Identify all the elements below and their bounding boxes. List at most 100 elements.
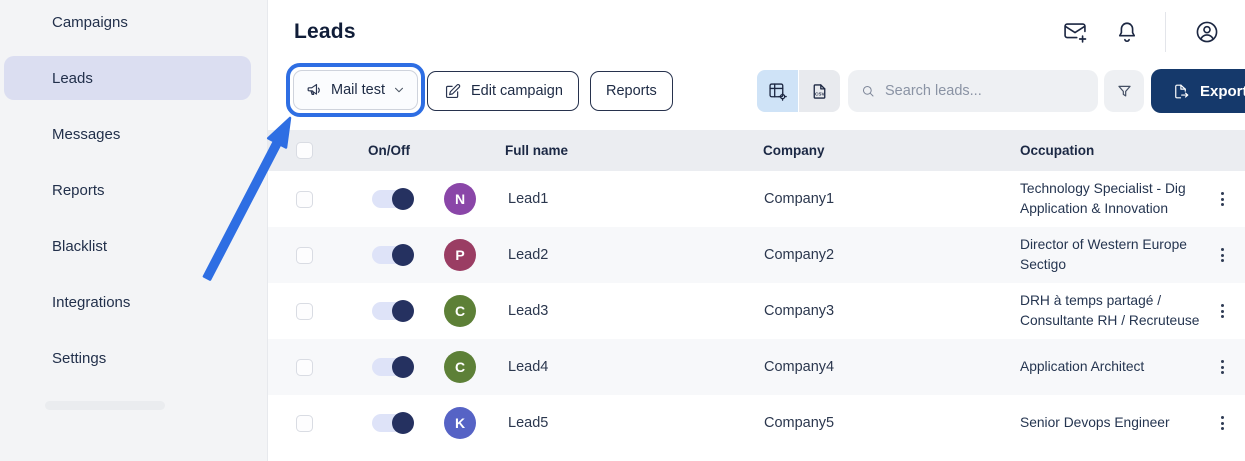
lead-name: Lead1 (508, 191, 549, 207)
csv-view-button[interactable]: CSV (799, 70, 840, 112)
lead-occupation: Director of Western Europe Sectigo (1020, 237, 1187, 272)
table-row-lead5: K Lead5 Company5 Senior Devops Engineer (268, 395, 1245, 451)
onoff-toggle[interactable] (372, 244, 414, 266)
avatar: C (444, 295, 476, 327)
lead-company: Company1 (764, 191, 835, 207)
undefined (14, 347, 36, 369)
header-divider (1165, 12, 1166, 52)
table-body: N Lead1 Company1 Technology Specialist -… (268, 171, 1245, 451)
avatar: N (444, 183, 476, 215)
reports-button[interactable]: Reports (590, 71, 673, 111)
row-expand-chevron-icon[interactable] (326, 191, 342, 207)
column-header-fullname[interactable]: Full name (505, 130, 568, 171)
search-input[interactable] (885, 83, 1086, 99)
lead-name: Lead4 (508, 359, 549, 375)
avatar: P (444, 239, 476, 271)
sidebar-item-label: Reports (52, 181, 105, 199)
row-expand-chevron-icon[interactable] (326, 415, 342, 431)
svg-text:CSV: CSV (815, 91, 826, 97)
undefined (14, 123, 36, 145)
lead-occupation: Application Architect (1020, 359, 1145, 374)
table-view-button[interactable] (757, 70, 798, 112)
row-expand-chevron-icon[interactable] (326, 247, 342, 263)
avatar: C (444, 351, 476, 383)
lead-name: Lead5 (508, 415, 549, 431)
filter-button[interactable] (1104, 70, 1144, 112)
row-menu-kebab-icon[interactable] (1216, 298, 1229, 324)
filter-funnel-icon (1115, 82, 1134, 101)
row-expand-chevron-icon[interactable] (326, 359, 342, 375)
export-data-button[interactable]: Export data (1151, 69, 1245, 113)
select-all-checkbox[interactable] (296, 142, 313, 159)
sidebar-item-settings[interactable]: Settings (4, 336, 251, 380)
sidebar-faded-item (45, 401, 165, 410)
row-menu-kebab-icon[interactable] (1216, 186, 1229, 212)
column-header-onoff[interactable]: On/Off (368, 130, 410, 171)
csv-file-icon: CSV (809, 81, 830, 102)
sidebar-item-label: Blacklist (52, 237, 108, 255)
mail-plus-icon[interactable] (1061, 18, 1089, 46)
search-icon (860, 82, 876, 100)
undefined (14, 67, 36, 89)
avatar: K (444, 407, 476, 439)
onoff-toggle[interactable] (372, 300, 414, 322)
leads-table: On/Off Full name Company Occupation N Le… (268, 130, 1245, 451)
sidebar: Campaigns Leads Messages Reports Blackli… (0, 0, 268, 461)
onoff-toggle[interactable] (372, 356, 414, 378)
toggle-knob (392, 412, 414, 434)
bell-icon[interactable] (1113, 18, 1141, 46)
lead-company: Company4 (764, 359, 835, 375)
campaign-selector-label: Mail test (331, 82, 385, 98)
search-leads-box (848, 70, 1098, 112)
sidebar-item-label: Integrations (52, 293, 131, 311)
lead-name: Lead3 (508, 303, 549, 319)
sidebar-item-label: Messages (52, 125, 121, 143)
row-menu-kebab-icon[interactable] (1216, 410, 1229, 436)
row-checkbox[interactable] (296, 302, 313, 320)
row-checkbox[interactable] (296, 246, 313, 264)
lead-company: Company2 (764, 247, 835, 263)
lead-occupation: Technology Specialist - Dig Application … (1020, 181, 1186, 216)
onoff-toggle[interactable] (372, 188, 414, 210)
table-row-lead1: N Lead1 Company1 Technology Specialist -… (268, 171, 1245, 227)
edit-campaign-button[interactable]: Edit campaign (427, 71, 579, 111)
edit-pencil-icon (443, 82, 462, 101)
row-menu-kebab-icon[interactable] (1216, 242, 1229, 268)
undefined (14, 235, 36, 257)
lead-occupation: Senior Devops Engineer (1020, 415, 1170, 430)
undefined (14, 11, 36, 33)
sidebar-nav: Campaigns Leads Messages Reports Blackli… (0, 0, 267, 380)
row-checkbox[interactable] (296, 358, 313, 376)
row-checkbox[interactable] (296, 414, 313, 432)
undefined (14, 179, 36, 201)
sidebar-item-blacklist[interactable]: Blacklist (4, 224, 251, 268)
row-menu-kebab-icon[interactable] (1216, 354, 1229, 380)
row-checkbox[interactable] (296, 190, 313, 208)
column-header-company[interactable]: Company (763, 130, 825, 171)
user-circle-icon[interactable] (1193, 18, 1221, 46)
lead-company: Company3 (764, 303, 835, 319)
toggle-knob (392, 300, 414, 322)
onoff-toggle[interactable] (372, 412, 414, 434)
chevron-down-icon (392, 83, 406, 97)
sidebar-item-label: Leads (52, 69, 93, 87)
lead-name: Lead2 (508, 247, 549, 263)
sidebar-item-integrations[interactable]: Integrations (4, 280, 251, 324)
sidebar-item-messages[interactable]: Messages (4, 112, 251, 156)
toggle-knob (392, 188, 414, 210)
table-header: On/Off Full name Company Occupation (268, 130, 1245, 171)
file-export-icon (1171, 82, 1190, 101)
table-row-lead4: C Lead4 Company4 Application Architect (268, 339, 1245, 395)
lead-company: Company5 (764, 415, 835, 431)
view-toggle-group: CSV (757, 70, 840, 112)
sidebar-item-campaigns[interactable]: Campaigns (4, 0, 251, 44)
table-row-lead2: P Lead2 Company2 Director of Western Eur… (268, 227, 1245, 283)
megaphone-icon (305, 81, 324, 100)
row-expand-chevron-icon[interactable] (326, 303, 342, 319)
toggle-knob (392, 356, 414, 378)
column-header-occupation[interactable]: Occupation (1020, 130, 1094, 171)
sidebar-item-leads[interactable]: Leads (4, 56, 251, 100)
sidebar-item-reports[interactable]: Reports (4, 168, 251, 212)
campaign-selector-button[interactable]: Mail test (293, 70, 418, 110)
sidebar-item-label: Settings (52, 349, 107, 367)
